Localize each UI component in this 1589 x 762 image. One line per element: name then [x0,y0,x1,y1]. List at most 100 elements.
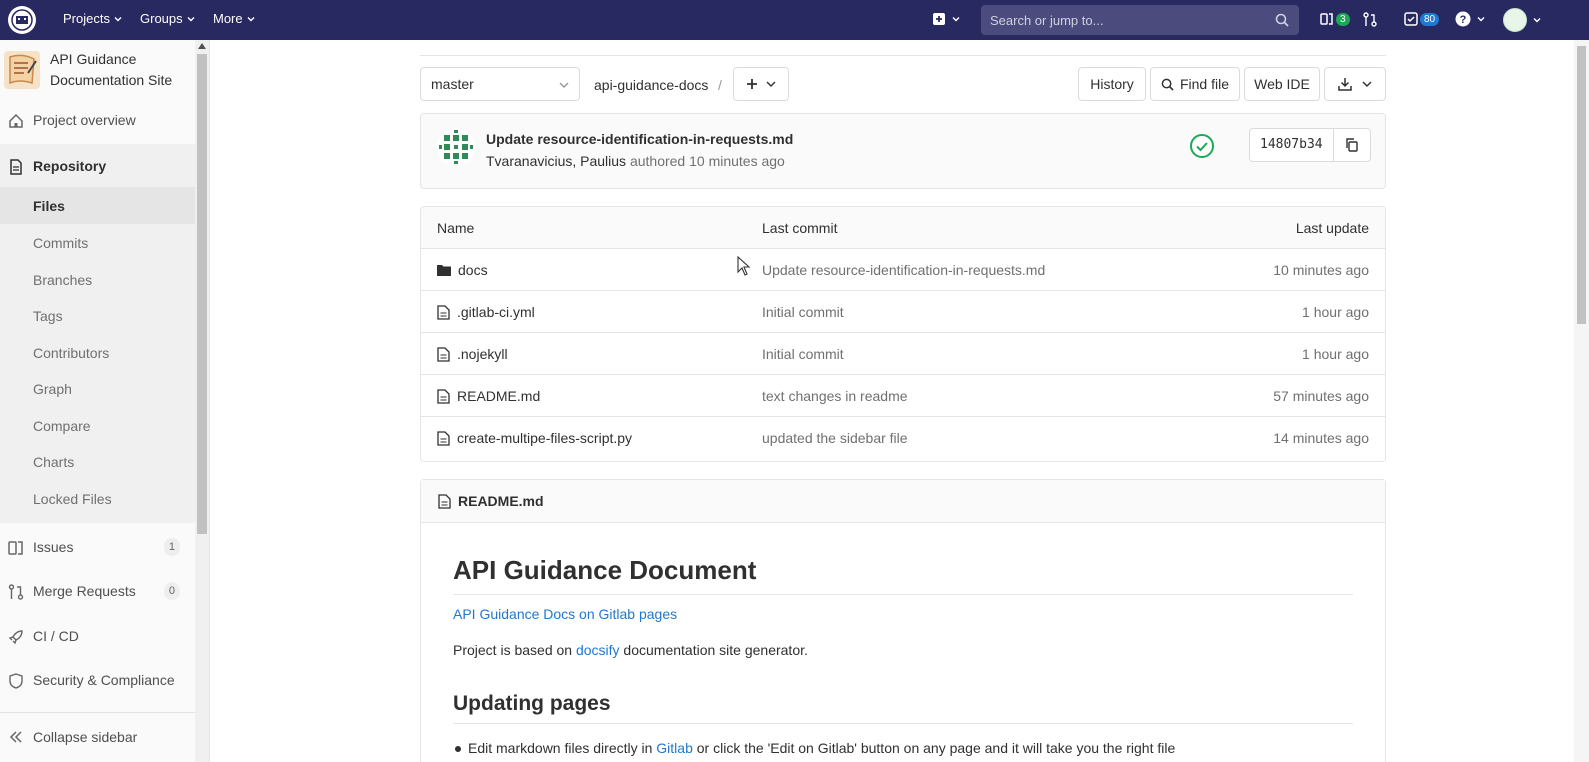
chevron-down-icon [952,17,960,22]
sidebar-item-files[interactable]: Files [0,187,196,224]
last-update-time: 1 hour ago [1302,346,1369,362]
sidebar-item-label: Issues [33,539,74,555]
user-menu-dropdown[interactable] [1503,8,1541,32]
file-name-link[interactable]: .gitlab-ci.yml [457,304,535,320]
rocket-icon [8,630,23,645]
file-tree-table: Name Last commit Last update docs Update… [420,206,1386,462]
commit-meta: Tvaranavicius, Paulius authored 10 minut… [486,153,785,169]
copy-sha-button[interactable] [1334,129,1370,161]
sidebar-item-commits[interactable]: Commits [0,224,196,261]
chevron-down-icon [247,16,255,21]
download-dropdown[interactable] [1324,67,1386,101]
sidebar-scrollbar[interactable] [195,40,209,762]
file-icon [438,494,451,509]
merge-requests-count-badge: 0 [163,582,180,600]
table-row[interactable]: README.md text changes in readme 57 minu… [421,375,1385,417]
chevron-down-icon [114,16,122,21]
home-icon [9,113,23,128]
sidebar-item-issues[interactable]: Issues 1 [0,529,196,565]
sidebar-item-contributors[interactable]: Contributors [0,334,196,371]
readme-header: README.md [421,480,1385,523]
file-icon [437,430,450,446]
table-row[interactable]: .gitlab-ci.yml Initial commit 1 hour ago [421,291,1385,333]
history-button[interactable]: History [1078,67,1146,101]
sidebar-item-security-compliance[interactable]: Security & Compliance [0,662,196,698]
sidebar-item-locked-files[interactable]: Locked Files [0,480,196,517]
last-commit-link[interactable]: Initial commit [762,304,844,320]
commit-sha-group: 14807b34 [1249,128,1371,162]
last-commit-link[interactable]: updated the sidebar file [762,430,908,446]
groups-dropdown[interactable]: Groups [140,11,195,26]
copy-icon [1346,138,1358,152]
commit-title-link[interactable]: Update resource-identification-in-reques… [486,131,793,147]
sidebar-item-project-overview[interactable]: Project overview [0,102,196,138]
merge-request-icon [1363,12,1377,27]
sidebar-item-charts[interactable]: Charts [0,443,196,480]
sidebar-item-compare[interactable]: Compare [0,407,196,444]
sidebar-scrollbar-thumb[interactable] [197,54,207,534]
readme-panel: README.md API Guidance Document API Guid… [420,479,1386,762]
file-name-link[interactable]: docs [458,262,488,278]
docsify-link[interactable]: docsify [576,642,620,658]
file-icon [437,304,450,320]
document-icon [10,159,22,175]
sidebar-item-branches[interactable]: Branches [0,261,196,298]
merge-requests-nav-button[interactable] [1363,12,1377,27]
column-header-last-update: Last update [1295,220,1369,236]
projects-label: Projects [63,11,110,26]
search-input[interactable]: Search or jump to... [981,5,1299,35]
pipeline-success-icon[interactable] [1189,133,1215,159]
commit-sha[interactable]: 14807b34 [1250,129,1334,161]
last-commit-link[interactable]: Update resource-identification-in-reques… [762,262,1045,278]
add-to-tree-dropdown[interactable] [733,67,789,101]
gitlab-link[interactable]: Gitlab [656,740,693,756]
file-name-link[interactable]: .nojekyll [457,346,508,362]
main-scrollbar-thumb[interactable] [1577,46,1586,324]
sidebar-item-label: Security & Compliance [33,672,175,688]
readme-filename[interactable]: README.md [458,493,544,509]
project-name: API Guidance Documentation Site [50,51,173,88]
new-dropdown[interactable] [932,12,960,26]
issues-icon [8,541,23,555]
svg-text:?: ? [1460,14,1467,26]
project-avatar [4,51,40,89]
last-commit-link[interactable]: text changes in readme [762,388,908,404]
merge-request-icon [8,584,24,600]
path-breadcrumb[interactable]: api-guidance-docs [594,77,708,93]
readme-heading-2: Updating pages [453,692,611,715]
find-file-button[interactable]: Find file [1150,67,1240,101]
last-commit-link[interactable]: Initial commit [762,346,844,362]
sidebar-item-graph[interactable]: Graph [0,370,196,407]
collapse-sidebar-button[interactable]: Collapse sidebar [0,712,196,760]
web-ide-button[interactable]: Web IDE [1244,67,1320,101]
issues-nav-button[interactable]: 3 [1320,12,1350,26]
more-label: More [213,11,243,26]
mouse-cursor-icon [737,256,751,276]
sidebar-item-tags[interactable]: Tags [0,297,196,334]
project-header[interactable]: API Guidance Documentation Site [0,46,196,102]
gitlab-logo-icon[interactable] [8,6,36,34]
projects-dropdown[interactable]: Projects [63,11,122,26]
file-name-link[interactable]: create-multipe-files-script.py [457,430,632,446]
help-question-icon: ? [1455,11,1471,27]
top-divider [420,55,1386,56]
issues-count-badge: 1 [163,538,180,556]
commit-author-avatar[interactable] [437,128,475,166]
chevron-down-icon [1477,17,1485,22]
plus-icon [747,79,757,89]
sidebar-item-cicd[interactable]: CI / CD [0,618,196,654]
sidebar-item-merge-requests[interactable]: Merge Requests 0 [0,573,196,609]
sidebar-item-repository[interactable]: Repository [0,148,196,184]
table-row[interactable]: docs Update resource-identification-in-r… [421,249,1385,291]
help-dropdown[interactable]: ? [1455,11,1485,27]
table-row[interactable]: .nojekyll Initial commit 1 hour ago [421,333,1385,375]
more-dropdown[interactable]: More [213,11,255,26]
commit-author-link[interactable]: Tvaranavicius, Paulius [486,153,626,169]
main-scrollbar[interactable] [1574,40,1589,762]
branch-selector[interactable]: master [420,67,580,101]
table-row[interactable]: create-multipe-files-script.py updated t… [421,417,1385,459]
last-update-time: 1 hour ago [1302,304,1369,320]
todos-nav-button[interactable]: 80 [1404,12,1440,26]
file-name-link[interactable]: README.md [457,388,540,404]
gitlab-pages-link[interactable]: API Guidance Docs on Gitlab pages [453,606,677,622]
